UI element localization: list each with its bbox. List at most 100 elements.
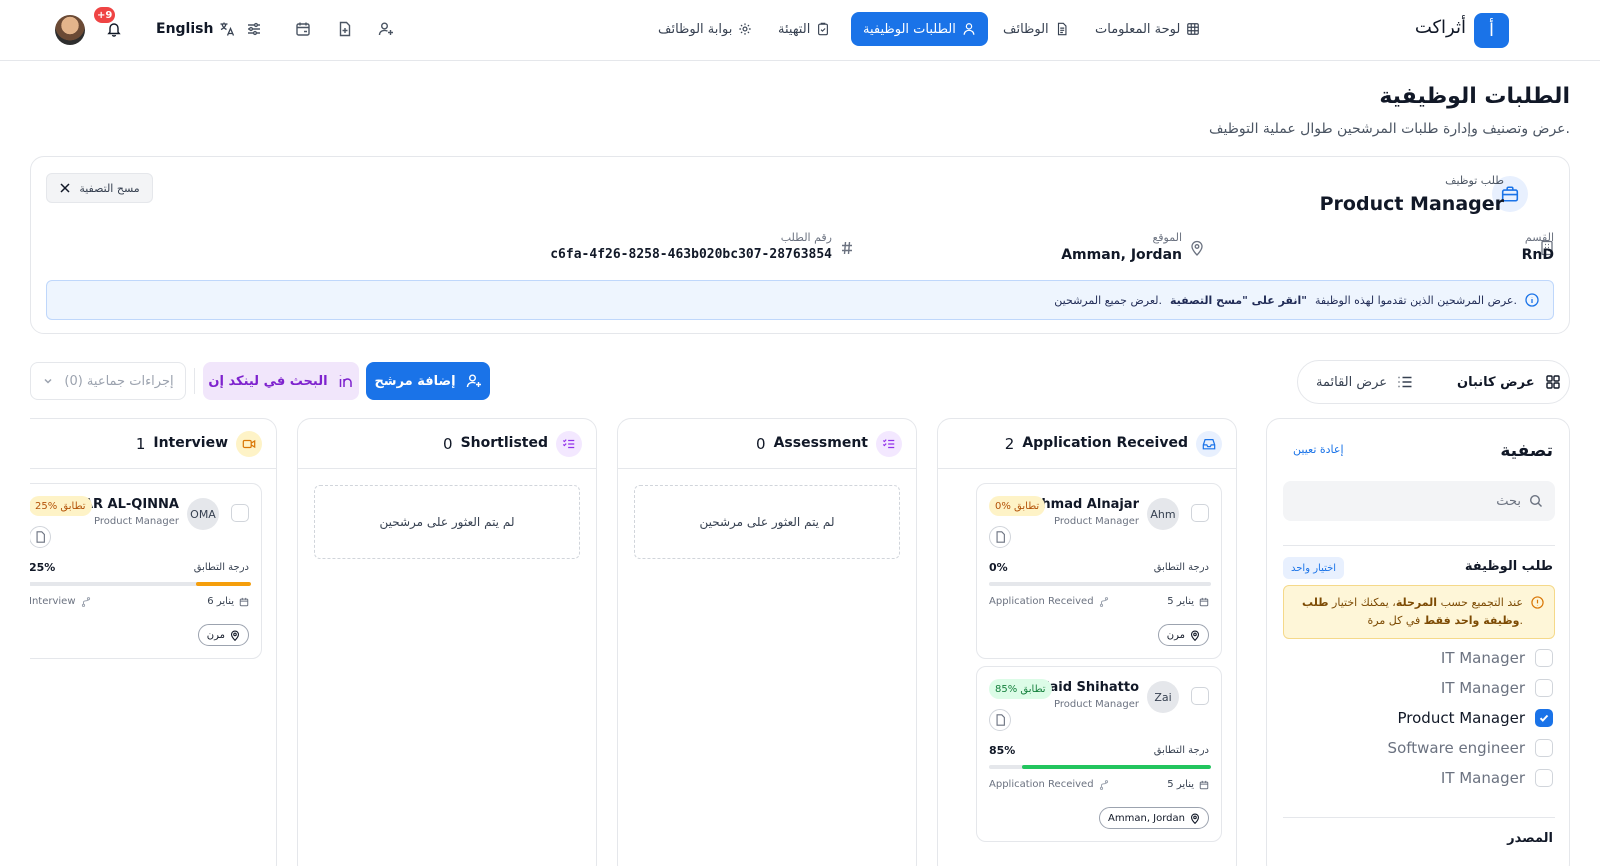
branch-icon [81,596,90,607]
location-pin-icon [1191,630,1199,641]
gear-icon [739,23,752,35]
kanban-column-interview: Interview 1 OMA OMAR AL-QINNA Product Ma… [30,418,277,866]
checkbox[interactable] [1535,739,1553,757]
calendar-icon [239,597,249,606]
nav-onboarding[interactable]: التهيئة [766,12,842,46]
checkbox[interactable] [1535,649,1553,667]
filter-option-label: IT Manager [1440,679,1525,697]
candidate-name[interactable]: Zaid Shihatto [1040,680,1139,695]
column-header: Interview 1 [30,419,276,469]
checkbox[interactable] [1535,679,1553,697]
candidate-name[interactable]: Ahmad Alnajar [1031,497,1139,512]
filter-option[interactable]: Product Manager [1398,707,1553,729]
checkbox[interactable] [1535,769,1553,787]
warning-text: عند التجميع حسب المرحلة، يمكنك اختيار طل… [1294,594,1523,630]
warning-text-part: ، يمكنك اختيار [1332,596,1396,609]
filter-option-label: IT Manager [1440,649,1525,667]
candidate-role: Product Manager [1054,699,1139,710]
bulk-actions-label: إجراءات جماعية (0) [64,373,174,389]
kanban-view-option[interactable]: عرض كانبان [1457,372,1561,392]
branch-icon [1099,596,1108,607]
nav-jobs-label: الوظائف [1003,21,1049,37]
filter-search-input[interactable]: بحث [1283,481,1555,521]
job-request-label: طلب توظيف [1445,174,1504,187]
nav-jobs[interactable]: الوظائف [991,12,1081,46]
request-id-value: c6fa-4f26-8258-463b020bc307-28763854 [550,247,832,262]
info-icon [1525,293,1539,307]
app-logo[interactable]: أ [1474,13,1509,48]
match-score-label: درجة التطابق [193,562,249,573]
job-request-section-title: طلب الوظيفة [1464,559,1553,574]
nav-career-portal[interactable]: بوابة الوظائف [646,12,764,46]
match-badge: 25% تطابق [30,496,92,516]
resume-button[interactable] [989,526,1011,548]
match-score-value: 0% [989,561,1008,574]
add-user-button[interactable] [375,18,397,40]
warning-icon [1531,596,1544,609]
column-count: 0 [443,435,453,453]
filter-option[interactable]: IT Manager [1441,677,1553,699]
bulk-actions-dropdown[interactable]: إجراءات جماعية (0) [30,362,186,400]
candidate-card[interactable]: OMA OMAR AL-QINNA Product Manager 25% تط… [30,483,262,659]
column-title: Shortlisted 0 [443,435,548,453]
column-title-text: Assessment [773,435,868,451]
department-label: القسم [1524,231,1554,244]
filter-option[interactable]: Software engineer [1388,737,1553,759]
single-select-badge: اختيار واحد [1283,557,1345,579]
column-header: Assessment 0 [618,419,916,469]
checkbox[interactable] [1191,504,1209,522]
checkbox[interactable] [231,504,249,522]
language-switcher[interactable]: English [156,18,235,40]
clear-filter-button[interactable]: مسح التصفية [46,173,153,203]
match-progress-bar [989,582,1211,586]
user-plus-icon [466,374,481,388]
match-progress-bar [30,582,251,586]
app-name: أثراكت [1414,17,1466,38]
stage-text: Application Received [989,779,1094,790]
resume-button[interactable] [989,709,1011,731]
list-view-option[interactable]: عرض القائمة [1316,372,1413,392]
file-icon [996,531,1005,543]
column-header: Shortlisted 0 [298,419,596,469]
user-avatar[interactable] [55,15,85,45]
linkedin-search-button[interactable]: البحث في لينكد إن [203,362,359,400]
candidate-card[interactable]: Ahm Ahmad Alnajar Product Manager 0% تطا… [976,483,1222,659]
nav-applications[interactable]: الطلبات الوظيفية [851,12,988,46]
department-value: RnD [1521,247,1554,263]
branch-icon [1099,779,1108,790]
clear-filter-label: مسح التصفية [79,181,140,195]
calendar-icon [296,22,310,36]
column-header: Application Received 2 [938,419,1236,469]
add-candidate-button[interactable]: إضافة مرشح [366,362,490,400]
inbox-icon [1196,431,1222,457]
chevron-down-icon [44,378,52,384]
candidate-card[interactable]: Zai Zaid Shihatto Product Manager 85% تط… [976,666,1222,842]
calendar-button[interactable] [292,18,314,40]
settings-sliders-button[interactable] [243,18,265,40]
filter-title: تصفية [1500,441,1553,461]
filter-reset-link[interactable]: إعادة تعيين [1293,443,1344,456]
language-label: English [156,21,214,37]
filter-option[interactable]: IT Manager [1441,647,1553,669]
info-banner: عرض المرشحين الذين تقدموا لهذه الوظيفة. … [46,280,1554,320]
new-document-button[interactable] [334,18,356,40]
user-icon [963,23,975,35]
document-icon [1057,22,1067,36]
resume-button[interactable] [30,526,51,548]
match-badge: 85% تطابق [989,679,1052,699]
banner-text: عرض المرشحين الذين تقدموا لهذه الوظيفة. [1315,293,1517,307]
match-score-label: درجة التطابق [1153,562,1209,573]
match-badge: 0% تطابق [989,496,1046,516]
checkbox-checked[interactable] [1535,709,1553,727]
empty-state: لم يتم العثور على مرشحين [634,485,900,559]
column-title: Application Received 2 [1005,435,1188,453]
filter-option[interactable]: IT Manager [1441,767,1553,789]
nav-dashboard[interactable]: لوحة المعلومات [1083,12,1212,46]
location-chip: مرن [197,624,249,646]
bell-icon [107,23,121,37]
linkedin-icon [339,375,352,387]
user-plus-icon [378,22,393,36]
kanban-column-assessment: Assessment 0 لم يتم العثور على مرشحين [617,418,917,866]
checkbox[interactable] [1191,687,1209,705]
filter-option-label: Product Manager [1397,709,1525,727]
